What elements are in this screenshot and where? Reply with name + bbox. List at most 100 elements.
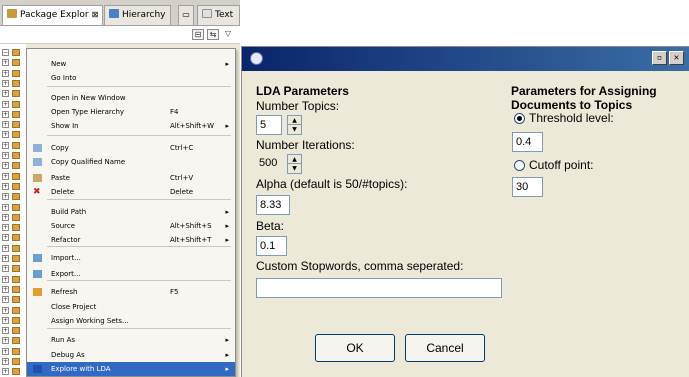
custom-stopwords-input[interactable] bbox=[256, 278, 502, 298]
tree-row[interactable]: + bbox=[2, 161, 24, 171]
menu-item-close-project[interactable]: Close Project bbox=[27, 300, 235, 314]
expand-toggle-icon[interactable]: + bbox=[2, 316, 9, 324]
threshold-input[interactable]: 0.4 bbox=[512, 132, 543, 152]
expand-toggle-icon[interactable]: + bbox=[2, 121, 9, 129]
beta-input[interactable]: 0.1 bbox=[256, 236, 287, 256]
expand-toggle-icon[interactable]: + bbox=[2, 358, 9, 365]
expand-toggle-icon[interactable]: + bbox=[2, 90, 9, 98]
menu-item-open-in-new-window[interactable]: Open in New Window bbox=[27, 91, 235, 105]
number-iterations-input[interactable]: 500 bbox=[256, 154, 287, 174]
expand-toggle-icon[interactable]: + bbox=[2, 224, 9, 232]
spinner-down-icon[interactable]: ▼ bbox=[288, 125, 301, 134]
expand-toggle-icon[interactable]: + bbox=[2, 193, 9, 201]
menu-item-build-path[interactable]: Build Path ▸ bbox=[27, 205, 235, 219]
tree-row[interactable]: + bbox=[2, 120, 24, 130]
menu-item-show-in[interactable]: Show In Alt+Shift+W ▸ bbox=[27, 119, 235, 133]
expand-toggle-icon[interactable]: − bbox=[2, 49, 9, 56]
tree-row[interactable]: + bbox=[2, 182, 24, 192]
tree-row[interactable]: + bbox=[2, 326, 24, 336]
tree-row[interactable]: + bbox=[2, 223, 24, 233]
menu-item-copy[interactable]: Copy Ctrl+C bbox=[27, 141, 235, 155]
maximize-button[interactable]: ▫ bbox=[652, 51, 667, 65]
expand-toggle-icon[interactable]: + bbox=[2, 244, 9, 252]
tree-row[interactable]: + bbox=[2, 203, 24, 213]
expand-toggle-icon[interactable]: + bbox=[2, 347, 9, 355]
expand-toggle-icon[interactable]: + bbox=[2, 110, 9, 118]
tree-row[interactable]: + bbox=[2, 151, 24, 161]
tree-row[interactable]: + bbox=[2, 316, 24, 326]
expand-toggle-icon[interactable]: + bbox=[2, 285, 9, 293]
menu-item-debug-as[interactable]: Debug As ▸ bbox=[27, 348, 235, 362]
tab-text-editor[interactable]: Text bbox=[197, 5, 240, 25]
threshold-radio[interactable] bbox=[514, 113, 525, 124]
tree-row[interactable]: + bbox=[2, 192, 24, 202]
minimize-maximize-button[interactable]: ▭ bbox=[178, 5, 194, 25]
expand-toggle-icon[interactable]: + bbox=[2, 172, 9, 180]
menu-item-run-as[interactable]: Run As ▸ bbox=[27, 333, 235, 347]
expand-toggle-icon[interactable]: + bbox=[2, 59, 9, 67]
number-iterations-spinner[interactable]: ▲ ▼ bbox=[287, 154, 302, 174]
collapse-all-icon[interactable]: ⊟ bbox=[192, 29, 204, 40]
menu-item-refresh[interactable]: Refresh F5 bbox=[27, 285, 235, 299]
tree-row[interactable]: + bbox=[2, 130, 24, 140]
menu-item-paste[interactable]: Paste Ctrl+V bbox=[27, 171, 235, 185]
expand-toggle-icon[interactable]: + bbox=[2, 69, 9, 77]
menu-item-copy-qualified-name[interactable]: Copy Qualified Name bbox=[27, 155, 235, 169]
menu-item-delete[interactable]: ✖ Delete Delete bbox=[27, 185, 235, 199]
number-topics-input[interactable]: 5 bbox=[256, 115, 282, 135]
expand-toggle-icon[interactable]: + bbox=[2, 234, 9, 242]
cutoff-input[interactable]: 30 bbox=[512, 177, 543, 197]
tree-row[interactable]: + bbox=[2, 295, 24, 305]
close-button[interactable]: ✕ bbox=[669, 51, 684, 65]
expand-toggle-icon[interactable]: + bbox=[2, 275, 9, 283]
tree-row[interactable]: − bbox=[2, 48, 24, 58]
ok-button[interactable]: OK bbox=[315, 334, 395, 362]
menu-item-export[interactable]: Export... bbox=[27, 267, 235, 281]
expand-toggle-icon[interactable]: + bbox=[2, 337, 9, 345]
tree-row[interactable]: + bbox=[2, 285, 24, 295]
tree-row[interactable]: + bbox=[2, 264, 24, 274]
menu-item-assign-working-sets[interactable]: Assign Working Sets... bbox=[27, 314, 235, 328]
expand-toggle-icon[interactable]: + bbox=[2, 213, 9, 221]
tab-hierarchy[interactable]: Hierarchy bbox=[104, 5, 171, 25]
spinner-up-icon[interactable]: ▲ bbox=[288, 116, 301, 125]
tree-row[interactable]: + bbox=[2, 58, 24, 68]
expand-toggle-icon[interactable]: + bbox=[2, 141, 9, 149]
tree-row[interactable]: + bbox=[2, 233, 24, 243]
tree-row[interactable]: + bbox=[2, 367, 24, 377]
tab-package-explorer[interactable]: Package Explor ⊠ bbox=[2, 5, 104, 25]
expand-toggle-icon[interactable]: + bbox=[2, 368, 9, 376]
menu-item-explore-with-lda[interactable]: Explore with LDA ▸ bbox=[27, 362, 235, 376]
tree-row[interactable]: + bbox=[2, 89, 24, 99]
menu-item-source[interactable]: Source Alt+Shift+S ▸ bbox=[27, 219, 235, 233]
expand-toggle-icon[interactable]: + bbox=[2, 296, 9, 304]
alpha-input[interactable]: 8.33 bbox=[256, 195, 290, 215]
cancel-button[interactable]: Cancel bbox=[405, 334, 485, 362]
tree-row[interactable]: + bbox=[2, 69, 24, 79]
expand-toggle-icon[interactable]: + bbox=[2, 203, 9, 211]
menu-item-import[interactable]: Import... bbox=[27, 251, 235, 265]
link-with-editor-icon[interactable]: ⇆ bbox=[207, 29, 219, 40]
expand-toggle-icon[interactable]: + bbox=[2, 79, 9, 87]
menu-item-go-into[interactable]: Go Into bbox=[27, 71, 235, 85]
expand-toggle-icon[interactable]: + bbox=[2, 327, 9, 335]
expand-toggle-icon[interactable]: + bbox=[2, 255, 9, 262]
tree-row[interactable]: + bbox=[2, 100, 24, 110]
tree-row[interactable]: + bbox=[2, 336, 24, 346]
expand-toggle-icon[interactable]: + bbox=[2, 182, 9, 190]
spinner-up-icon[interactable]: ▲ bbox=[288, 155, 301, 164]
tree-row[interactable]: + bbox=[2, 213, 24, 223]
tree-row[interactable]: + bbox=[2, 347, 24, 357]
expand-toggle-icon[interactable]: + bbox=[2, 152, 9, 159]
view-menu-icon[interactable]: ▽ bbox=[222, 29, 234, 40]
tree-row[interactable]: + bbox=[2, 275, 24, 285]
close-tab-icon[interactable]: ⊠ bbox=[92, 10, 99, 19]
tree-row[interactable]: + bbox=[2, 172, 24, 182]
tree-row[interactable]: + bbox=[2, 79, 24, 89]
tree-row[interactable]: + bbox=[2, 306, 24, 316]
expand-toggle-icon[interactable]: + bbox=[2, 306, 9, 314]
expand-toggle-icon[interactable]: + bbox=[2, 100, 9, 108]
expand-toggle-icon[interactable]: + bbox=[2, 131, 9, 139]
number-topics-spinner[interactable]: ▲ ▼ bbox=[287, 115, 302, 135]
tree-row[interactable]: + bbox=[2, 357, 24, 367]
